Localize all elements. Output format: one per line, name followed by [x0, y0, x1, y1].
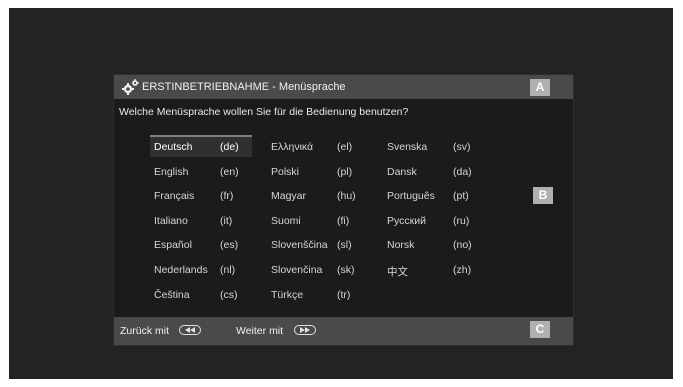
language-code: (sv): [453, 141, 471, 153]
language-code: (sl): [337, 239, 352, 252]
language-code: (el): [337, 141, 353, 153]
language-name: 中文: [387, 266, 408, 278]
language-option[interactable]: Português (pt): [383, 186, 485, 206]
language-code: (hu): [337, 190, 356, 203]
language-option[interactable]: 中文 (zh): [383, 260, 485, 280]
language-code: (no): [453, 239, 472, 252]
language-option[interactable]: Svenska (sv): [383, 137, 485, 157]
tv-screen: ERSTINBETRIEBNAHME - Menüsprache A Welch…: [9, 8, 673, 379]
rewind-icon[interactable]: [179, 325, 201, 335]
language-name: Norsk: [387, 239, 415, 252]
language-code: (cs): [220, 288, 238, 301]
language-option[interactable]: Ελληνικά (el): [267, 137, 369, 157]
language-name: Polski: [271, 165, 300, 178]
language-option[interactable]: Slovenščina (sl): [267, 235, 369, 255]
language-option[interactable]: Русский (ru): [383, 211, 485, 231]
language-question: Welche Menüsprache wollen Sie für die Be…: [119, 106, 409, 118]
back-hint: Zurück mit: [120, 325, 170, 337]
language-option[interactable]: Norsk (no): [383, 235, 485, 255]
language-name: Español: [154, 239, 192, 252]
language-grid: Deutsch (de) English (en) Français (fr) Italia…: [150, 135, 530, 309]
language-name: Slovenčina: [271, 264, 323, 276]
language-name: Deutsch: [154, 141, 193, 153]
language-name: Português: [387, 190, 435, 203]
title-bar: ERSTINBETRIEBNAHME - Menüsprache A: [114, 75, 573, 99]
label-a-badge: A: [530, 79, 550, 96]
label-c-badge: C: [530, 321, 550, 338]
fast-forward-icon[interactable]: [294, 325, 316, 335]
language-option[interactable]: Dansk (da): [383, 162, 485, 182]
language-name: Nederlands: [154, 264, 208, 276]
language-code: (de): [220, 141, 239, 153]
label-b-badge: B: [533, 187, 553, 204]
language-code: (en): [220, 165, 239, 178]
language-code: (pt): [453, 190, 469, 203]
gear-icon: [121, 79, 139, 95]
language-code: (pl): [337, 165, 353, 178]
language-name: Русский: [387, 214, 426, 227]
footer-bar: Zurück mit Weiter mit C: [114, 317, 573, 345]
language-name: Svenska: [387, 141, 428, 153]
language-option[interactable]: English (en): [150, 162, 252, 182]
language-option[interactable]: Suomi (fi): [267, 211, 369, 231]
language-option[interactable]: Slovenčina (sk): [267, 260, 369, 280]
language-option[interactable]: Nederlands (nl): [150, 260, 252, 280]
language-code: (sk): [337, 264, 355, 276]
language-code: (nl): [220, 264, 236, 276]
language-option[interactable]: Deutsch (de): [150, 135, 252, 157]
language-code: (it): [220, 214, 233, 227]
next-hint: Weiter mit: [236, 325, 284, 337]
language-code: (tr): [337, 288, 351, 301]
language-code: (da): [453, 165, 472, 178]
language-name: Ελληνικά: [271, 141, 314, 153]
language-code: (fr): [220, 190, 234, 203]
language-option[interactable]: Polski (pl): [267, 162, 369, 182]
language-name: Suomi: [271, 214, 301, 227]
dialog-title: ERSTINBETRIEBNAHME - Menüsprache: [142, 81, 346, 93]
language-code: (es): [220, 239, 239, 252]
language-code: (fi): [337, 214, 350, 227]
language-option[interactable]: Français (fr): [150, 186, 252, 206]
language-code: (ru): [453, 214, 470, 227]
language-code: (zh): [453, 264, 472, 276]
language-option[interactable]: Čeština (cs): [150, 285, 252, 305]
language-option[interactable]: Türkçe (tr): [267, 285, 369, 305]
language-name: Slovenščina: [271, 239, 328, 252]
language-name: English: [154, 165, 189, 178]
language-name: Türkçe: [271, 288, 304, 301]
language-name: Magyar: [271, 190, 307, 203]
language-name: Dansk: [387, 165, 417, 178]
language-option[interactable]: Italiano (it): [150, 211, 252, 231]
language-name: Français: [154, 190, 195, 203]
language-name: Čeština: [154, 288, 190, 301]
language-name: Italiano: [154, 214, 188, 227]
language-option[interactable]: Magyar (hu): [267, 186, 369, 206]
setup-dialog: ERSTINBETRIEBNAHME - Menüsprache A Welch…: [113, 74, 574, 346]
language-option[interactable]: Español (es): [150, 235, 252, 255]
